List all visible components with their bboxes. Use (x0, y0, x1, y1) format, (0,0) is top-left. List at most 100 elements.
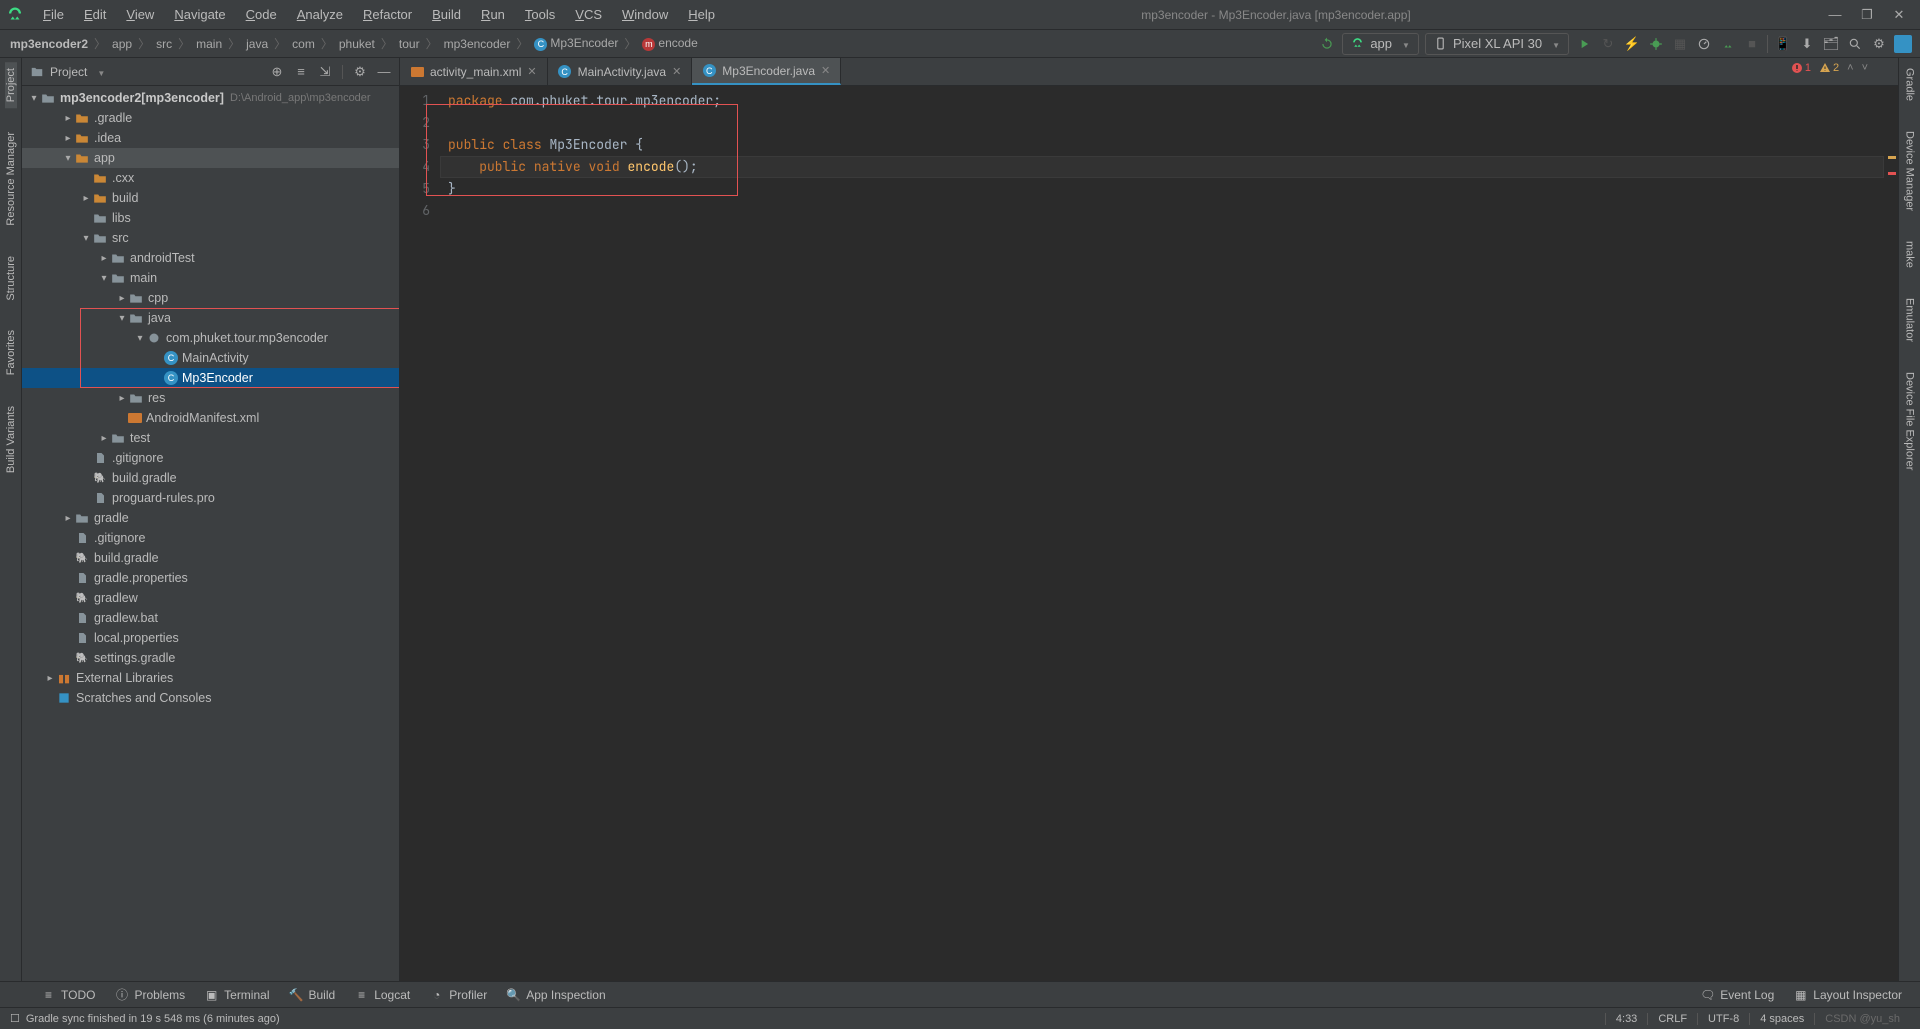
breadcrumb-item[interactable]: mp3encoder2 (8, 37, 90, 51)
profiler-icon[interactable] (1695, 35, 1713, 53)
tree-item[interactable]: 🐘settings.gradle (22, 648, 399, 668)
coverage-icon[interactable]: ▦ (1671, 35, 1689, 53)
breadcrumb-item[interactable]: phuket (337, 37, 377, 51)
close-tab-icon[interactable]: ✕ (527, 65, 536, 78)
device-selector[interactable]: Pixel XL API 30 (1425, 33, 1569, 55)
right-tab-gradle[interactable]: Gradle (1904, 62, 1916, 107)
tree-item[interactable]: ▸▮▮External Libraries (22, 668, 399, 688)
indent-setting[interactable]: 4 spaces (1749, 1013, 1814, 1025)
file-encoding[interactable]: UTF-8 (1697, 1013, 1749, 1025)
code-area[interactable]: package com.phuket.tour.mp3encoder; publ… (440, 86, 1884, 981)
tree-item[interactable]: Scratches and Consoles (22, 688, 399, 708)
tree-item[interactable]: .gitignore (22, 448, 399, 468)
menu-view[interactable]: View (117, 3, 163, 26)
left-tab-resource-manager[interactable]: Resource Manager (5, 126, 17, 232)
tree-item[interactable]: ▾main (22, 268, 399, 288)
menu-help[interactable]: Help (679, 3, 724, 26)
code-line[interactable]: } (440, 178, 1884, 200)
tree-item[interactable]: 🐘gradlew (22, 588, 399, 608)
line-separator[interactable]: CRLF (1647, 1013, 1697, 1025)
bottom-tab-build[interactable]: 🔨Build (280, 984, 346, 1006)
chevron-down-icon[interactable]: ˅ (1862, 62, 1868, 74)
menu-refactor[interactable]: Refactor (354, 3, 421, 26)
expand-all-icon[interactable]: ≡ (294, 65, 308, 79)
tree-item[interactable]: gradle.properties (22, 568, 399, 588)
tree-item[interactable]: ▸res (22, 388, 399, 408)
breadcrumb-item[interactable]: CMp3Encoder (532, 36, 620, 50)
tree-item[interactable]: .cxx (22, 168, 399, 188)
menu-window[interactable]: Window (613, 3, 677, 26)
breadcrumb-item[interactable]: src (154, 37, 174, 51)
right-tab-emulator[interactable]: Emulator (1904, 292, 1916, 348)
assistant-icon[interactable] (1894, 35, 1912, 53)
left-tab-project[interactable]: Project (5, 62, 17, 108)
chevron-up-icon[interactable]: ˄ (1847, 62, 1853, 74)
menu-edit[interactable]: Edit (75, 3, 115, 26)
menu-build[interactable]: Build (423, 3, 470, 26)
tree-item[interactable]: ▸gradle (22, 508, 399, 528)
tree-item[interactable]: libs (22, 208, 399, 228)
apply-code-icon[interactable]: ⚡ (1623, 35, 1641, 53)
resource-manager-icon[interactable]: 🗂 (1822, 35, 1840, 53)
debug-button[interactable] (1647, 35, 1665, 53)
code-line[interactable]: public native void encode(); (440, 156, 1884, 178)
bottom-tab-profiler[interactable]: ◔Profiler (420, 984, 497, 1006)
code-line[interactable] (440, 200, 1884, 222)
menu-analyze[interactable]: Analyze (288, 3, 352, 26)
tree-item[interactable]: ▾java (22, 308, 399, 328)
android-icon[interactable] (1719, 35, 1737, 53)
tree-item[interactable]: 🐘build.gradle (22, 468, 399, 488)
code-line[interactable]: public class Mp3Encoder { (440, 134, 1884, 156)
bottom-tab-todo[interactable]: ≡TODO (32, 984, 105, 1006)
breadcrumb-item[interactable]: main (194, 37, 224, 51)
tree-item[interactable]: local.properties (22, 628, 399, 648)
avd-manager-icon[interactable]: 📱 (1774, 35, 1792, 53)
editor-tab[interactable]: activity_main.xml✕ (400, 58, 548, 85)
run-config-selector[interactable]: app (1342, 33, 1419, 55)
marker-strip[interactable] (1884, 86, 1898, 981)
code-line[interactable] (440, 112, 1884, 134)
menu-navigate[interactable]: Navigate (165, 3, 234, 26)
collapse-all-icon[interactable]: ⇲ (318, 65, 332, 79)
tree-item[interactable]: CMainActivity (22, 348, 399, 368)
breadcrumb-item[interactable]: com (290, 37, 317, 51)
tree-item[interactable]: ▸cpp (22, 288, 399, 308)
breadcrumb-item[interactable]: tour (397, 37, 422, 51)
breadcrumb-item[interactable]: java (244, 37, 270, 51)
breadcrumb-item[interactable]: app (110, 37, 134, 51)
search-icon[interactable] (1846, 35, 1864, 53)
hide-icon[interactable]: — (377, 65, 391, 79)
code-line[interactable]: package com.phuket.tour.mp3encoder; (440, 90, 1884, 112)
bottom-tab-logcat[interactable]: ≡Logcat (345, 984, 420, 1006)
tree-item[interactable]: 🐘build.gradle (22, 548, 399, 568)
tree-item[interactable]: ▾src (22, 228, 399, 248)
caret-position[interactable]: 4:33 (1605, 1013, 1647, 1025)
bottom-tab-app-inspection[interactable]: 🔍App Inspection (497, 984, 615, 1006)
menu-run[interactable]: Run (472, 3, 514, 26)
left-tab-build-variants[interactable]: Build Variants (5, 400, 17, 479)
tree-item[interactable]: ▸.idea (22, 128, 399, 148)
close-tab-icon[interactable]: ✕ (821, 64, 830, 77)
breadcrumb-item[interactable]: mp3encoder (442, 37, 513, 51)
editor-tab[interactable]: CMp3Encoder.java✕ (692, 58, 841, 85)
editor-tab[interactable]: CMainActivity.java✕ (548, 58, 693, 85)
menu-code[interactable]: Code (237, 3, 286, 26)
right-tab-device-manager[interactable]: Device Manager (1904, 125, 1916, 217)
tree-item[interactable]: AndroidManifest.xml (22, 408, 399, 428)
settings-icon[interactable]: ⚙ (1870, 35, 1888, 53)
bottom-tab-terminal[interactable]: ▣Terminal (195, 984, 279, 1006)
breadcrumb-item[interactable]: mencode (640, 36, 699, 50)
tree-root[interactable]: ▾mp3encoder2 [mp3encoder]D:\Android_app\… (22, 88, 399, 108)
tree-item[interactable]: ▾app (22, 148, 399, 168)
menu-file[interactable]: File (34, 3, 73, 26)
run-button[interactable] (1575, 35, 1593, 53)
tree-item[interactable]: proguard-rules.pro (22, 488, 399, 508)
tree-item[interactable]: ▸test (22, 428, 399, 448)
close-tab-icon[interactable]: ✕ (672, 65, 681, 78)
sync-icon[interactable] (1318, 35, 1336, 53)
bottom-tab-event-log[interactable]: 🗨Event Log (1691, 984, 1784, 1006)
right-tab-device-file-explorer[interactable]: Device File Explorer (1904, 366, 1916, 476)
close-button[interactable]: ✕ (1892, 8, 1906, 22)
tree-item[interactable]: gradlew.bat (22, 608, 399, 628)
bottom-tab-layout-inspector[interactable]: ▦Layout Inspector (1784, 984, 1912, 1006)
